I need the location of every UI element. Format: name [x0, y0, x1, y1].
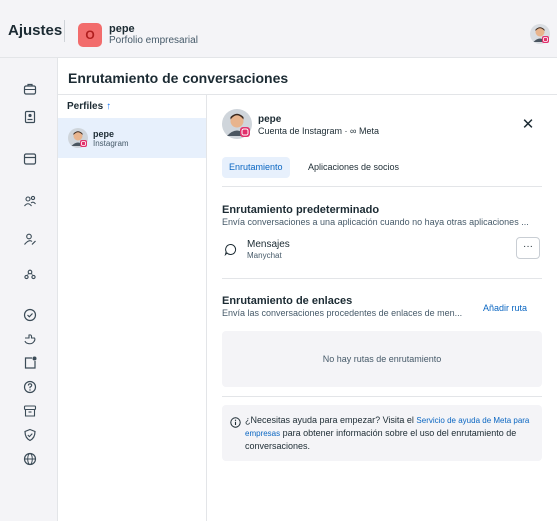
default-routing-description: Envía conversaciones a una aplicación cu… [222, 217, 529, 227]
help-text-suffix: para obtener información sobre el uso de… [245, 428, 517, 451]
help-text-prefix: ¿Necesitas ayuda para empezar? Visita el [245, 415, 417, 425]
people-group-icon[interactable] [23, 268, 37, 282]
help-text: ¿Necesitas ayuda para empezar? Visita el… [245, 414, 535, 453]
help-box: ¿Necesitas ayuda para empezar? Visita el… [222, 405, 542, 461]
empty-routes-text: No hay rutas de enrutamiento [322, 354, 442, 364]
app-title: Ajustes [8, 22, 63, 39]
close-button[interactable]: ✕ [521, 117, 535, 132]
profile-avatar [68, 128, 88, 148]
tab-aplicaciones-de-socios[interactable]: Aplicaciones de socios [301, 157, 406, 178]
default-app-name: Mensajes [247, 239, 290, 250]
section-divider [222, 278, 542, 279]
business-subtitle: Porfolio empresarial [109, 35, 198, 46]
check-circle-icon[interactable] [23, 308, 37, 322]
notification-square-icon[interactable] [23, 356, 37, 370]
briefcase-icon[interactable] [23, 82, 37, 96]
profiles-sort-header[interactable]: Perfiles ↑ [67, 101, 111, 112]
inbox-icon[interactable] [23, 152, 37, 166]
shield-icon[interactable] [23, 428, 37, 442]
divider [64, 20, 65, 42]
badge-icon[interactable] [23, 110, 37, 124]
profile-name: pepe [93, 129, 115, 139]
detail-name: pepe [258, 114, 282, 125]
profile-item-pepe[interactable]: pepe Instagram [58, 118, 206, 158]
hand-icon[interactable] [23, 332, 37, 346]
side-navigation [0, 58, 58, 521]
profiles-header-label: Perfiles [67, 101, 104, 112]
tabs-divider [222, 186, 542, 187]
tab-enrutamiento[interactable]: Enrutamiento [222, 157, 290, 178]
page-title: Enrutamiento de conversaciones [68, 70, 289, 86]
person-edit-icon[interactable] [23, 232, 37, 246]
people-icon[interactable] [23, 194, 37, 208]
detail-avatar [222, 109, 252, 139]
business-avatar[interactable]: O [78, 23, 102, 47]
top-bar: Ajustes O pepe Porfolio empresarial [0, 0, 557, 58]
default-routing-title: Enrutamiento predeterminado [222, 204, 380, 216]
section-divider [222, 396, 542, 397]
message-bubble-icon [224, 243, 237, 257]
link-routing-title: Enrutamiento de enlaces [222, 295, 353, 307]
business-name[interactable]: pepe [109, 23, 135, 35]
profile-platform: Instagram [93, 139, 129, 148]
archive-icon[interactable] [23, 404, 37, 418]
main-content: Enrutamiento de conversaciones Perfiles ↑… [58, 58, 557, 521]
detail-subtitle: Cuenta de Instagram · ∞ Meta [258, 126, 379, 136]
profile-detail-panel: pepe Cuenta de Instagram · ∞ Meta ✕ Enru… [207, 95, 557, 521]
globe-icon[interactable] [23, 452, 37, 466]
info-icon [230, 415, 241, 428]
sort-arrow-icon: ↑ [106, 101, 112, 112]
default-app-provider: Manychat [247, 251, 282, 260]
help-icon[interactable] [23, 380, 37, 394]
empty-routes-box: No hay rutas de enrutamiento [222, 331, 542, 387]
link-routing-description: Envía las conversaciones procedentes de … [222, 308, 463, 318]
more-options-button[interactable]: ··· [516, 237, 540, 259]
add-route-button[interactable]: Añadir ruta [483, 303, 527, 313]
user-avatar[interactable] [530, 24, 550, 44]
profiles-panel: Perfiles ↑ pepe Instagram [58, 95, 207, 521]
